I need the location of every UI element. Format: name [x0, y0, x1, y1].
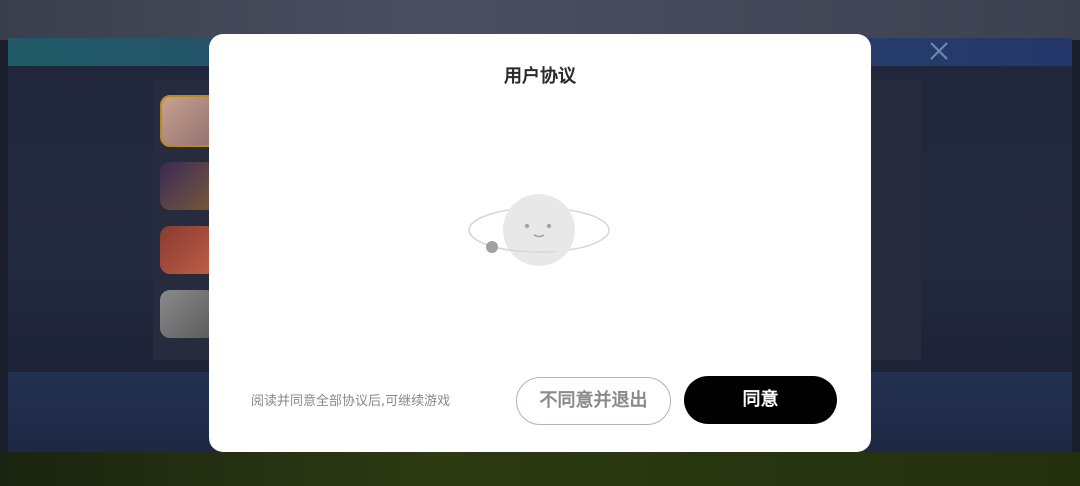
close-icon[interactable]: [926, 40, 952, 66]
loading-planet-icon: [464, 190, 614, 274]
agreement-hint-text: 阅读并同意全部协议后,可继续游戏: [251, 394, 451, 409]
character-portrait: [160, 290, 216, 338]
dialog-title: 用户协议: [504, 66, 576, 87]
agree-button[interactable]: 同意: [684, 376, 837, 424]
decline-exit-button[interactable]: 不同意并退出: [516, 377, 671, 425]
character-portrait: [160, 162, 216, 210]
background-footer: [0, 452, 1080, 486]
character-portrait: [160, 226, 216, 274]
user-agreement-dialog: 用户协议 阅读并同意全部协议后,可继续游戏 不同意并退出 同意: [209, 34, 871, 452]
close-icon-graphic: [930, 42, 948, 60]
